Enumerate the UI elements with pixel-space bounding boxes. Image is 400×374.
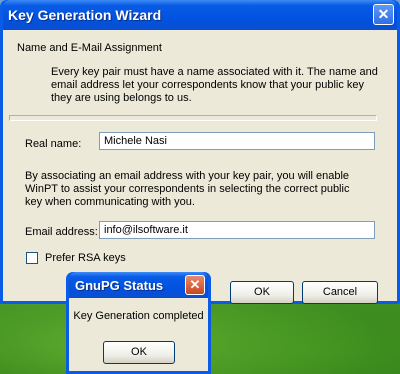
- status-message: Key Generation completed: [73, 310, 204, 322]
- popup-ok-button[interactable]: OK: [103, 341, 175, 364]
- ok-button[interactable]: OK: [230, 281, 294, 304]
- title-bar[interactable]: Key Generation Wizard ✕: [3, 0, 397, 30]
- gnupg-status-dialog: GnuPG Status ✕ Key Generation completed …: [66, 272, 211, 374]
- popup-close-button[interactable]: ✕: [185, 275, 205, 295]
- email-input[interactable]: info@ilsoftware.it: [99, 221, 375, 239]
- real-name-input[interactable]: Michele Nasi: [99, 132, 375, 150]
- real-name-label: Real name:: [25, 138, 82, 150]
- popup-title: GnuPG Status: [75, 278, 164, 293]
- wizard-body: Name and E-Mail Assignment Every key pai…: [3, 30, 397, 304]
- window-title: Key Generation Wizard: [8, 7, 162, 23]
- popup-body: Key Generation completed OK: [69, 298, 208, 371]
- prefer-rsa-label[interactable]: Prefer RSA keys: [45, 252, 126, 264]
- email-label: Email address:: [25, 226, 98, 238]
- divider: [9, 115, 377, 121]
- key-generation-wizard-window: Key Generation Wizard ✕ Name and E-Mail …: [0, 0, 400, 304]
- association-text: By associating an email address with you…: [25, 170, 350, 208]
- prefer-rsa-checkbox[interactable]: [26, 252, 38, 264]
- cancel-button[interactable]: Cancel: [302, 281, 378, 304]
- section-heading: Name and E-Mail Assignment: [17, 42, 162, 54]
- popup-title-bar[interactable]: GnuPG Status ✕: [69, 272, 208, 298]
- intro-text: Every key pair must have a name associat…: [51, 66, 378, 104]
- close-button[interactable]: ✕: [373, 4, 394, 25]
